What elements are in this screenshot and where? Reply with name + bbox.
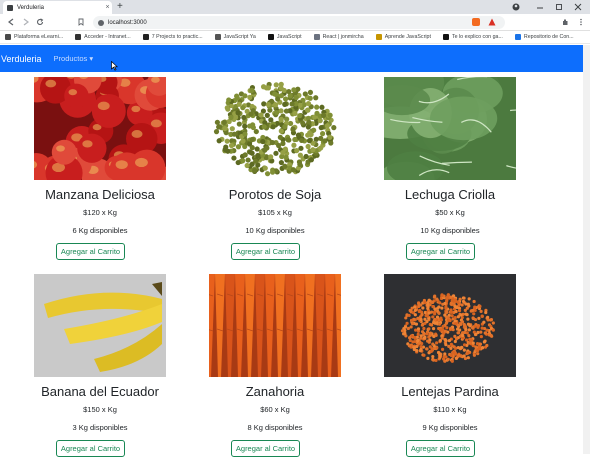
site-info-icon[interactable] (98, 19, 104, 26)
product-price: $60 x Kg (260, 405, 290, 414)
bookmark-label: JavaScript Ya (223, 34, 256, 40)
page-scrollbar[interactable] (583, 45, 590, 454)
product-name: Lechuga Criolla (404, 187, 496, 202)
bookmark-item[interactable]: Plataforma eLearni... (5, 34, 63, 40)
bookmark-item[interactable]: Aprende JavaScript (375, 34, 431, 40)
product-name: Banana del Ecuador (41, 384, 159, 399)
bookmark-label: Repositorio de Con... (523, 34, 574, 40)
product-name: Zanahoria (245, 384, 305, 399)
browser-toolbar: localhost:3000 (0, 14, 590, 31)
product-price: $150 x Kg (83, 405, 117, 414)
browser-tab-strip: Verduleria × + (0, 0, 590, 14)
app-navbar: Verduleria Productos ▾ (0, 45, 583, 72)
bookmark-favicon-icon (75, 34, 82, 40)
bookmark-favicon-icon (5, 34, 11, 40)
back-icon[interactable] (7, 18, 15, 26)
product-name: Lentejas Pardina (401, 384, 499, 399)
close-window-icon[interactable] (574, 3, 582, 11)
bookmark-label: 7 Projects to practic... (151, 34, 203, 40)
bookmark-item[interactable]: React | jonmircha (313, 34, 364, 40)
bookmark-favicon-icon (442, 34, 449, 40)
bookmark-label: Plataforma eLearni... (14, 34, 64, 40)
bookmark-item[interactable]: Repositorio de Con... (514, 34, 574, 40)
product-price: $120 x Kg (83, 208, 117, 217)
product-stock: 10 Kg disponibles (245, 226, 305, 235)
bookmark-label: JavaScript (276, 34, 302, 40)
reload-icon[interactable] (36, 18, 44, 26)
mouse-cursor-icon (111, 61, 118, 71)
bookmark-star-icon[interactable] (77, 18, 85, 26)
bookmark-favicon-icon (375, 34, 382, 40)
bookmark-favicon-icon (514, 34, 521, 40)
menu-icon[interactable] (577, 18, 585, 26)
productos-dropdown[interactable]: Productos ▾ (54, 54, 94, 63)
product-image-bananas (34, 274, 166, 377)
new-tab-button[interactable]: + (117, 1, 123, 13)
add-to-cart-button[interactable]: Agregar al Carrito (231, 243, 300, 260)
product-price: $105 x Kg (258, 208, 292, 217)
warning-icon[interactable] (488, 18, 496, 26)
bookmark-item[interactable]: 7 Projects to practic... (142, 34, 203, 40)
product-image-apples (34, 77, 166, 180)
bookmark-item[interactable]: Acceder - Intranet... (75, 34, 131, 40)
bookmark-label: React | jonmircha (322, 34, 364, 40)
tab-favicon-icon (7, 4, 13, 11)
url-text: localhost:3000 (108, 19, 147, 26)
add-to-cart-button[interactable]: Agregar al Carrito (56, 243, 125, 260)
product-image-carrots (209, 274, 341, 377)
maximize-icon[interactable] (555, 3, 563, 11)
bookmark-favicon-icon (267, 34, 274, 40)
brand-link[interactable]: Verduleria (1, 54, 42, 64)
bookmark-favicon-icon (142, 34, 149, 40)
product-stock: 10 Kg disponibles (420, 226, 480, 235)
bookmark-favicon-icon (214, 34, 221, 40)
product-stock: 8 Kg disponibles (247, 423, 303, 432)
product-stock: 9 Kg disponibles (422, 423, 478, 432)
add-to-cart-button[interactable]: Agregar al Carrito (231, 440, 300, 457)
bookmark-favicon-icon (313, 34, 320, 40)
profile-icon[interactable] (512, 3, 520, 11)
minimize-icon[interactable] (536, 3, 544, 11)
product-name: Manzana Deliciosa (45, 187, 155, 202)
bookmark-label: Acceder - Intranet... (84, 34, 131, 40)
product-stock: 3 Kg disponibles (72, 423, 128, 432)
bookmark-item[interactable]: Te lo explico con ga... (442, 34, 503, 40)
address-bar[interactable]: localhost:3000 (93, 16, 505, 29)
extensions-icon[interactable] (561, 18, 569, 26)
product-image-lentils (384, 274, 516, 377)
bookmark-label: Te lo explico con ga... (451, 34, 503, 40)
tab-title: Verduleria (17, 4, 45, 11)
bookmarks-bar: Plataforma eLearni... Acceder - Intranet.… (0, 31, 590, 44)
add-to-cart-button[interactable]: Agregar al Carrito (406, 243, 475, 260)
product-image-lettuce (384, 77, 516, 180)
product-image-soybeans (209, 77, 341, 180)
add-to-cart-button[interactable]: Agregar al Carrito (406, 440, 475, 457)
brave-shield-icon[interactable] (472, 18, 480, 26)
tab-close-icon[interactable]: × (103, 4, 112, 11)
product-stock: 6 Kg disponibles (72, 226, 128, 235)
bookmark-item[interactable]: JavaScript (267, 34, 302, 40)
bookmark-item[interactable]: JavaScript Ya (214, 34, 256, 40)
bookmark-label: Aprende JavaScript (384, 34, 431, 40)
add-to-cart-button[interactable]: Agregar al Carrito (56, 440, 125, 457)
product-price: $50 x Kg (435, 208, 465, 217)
browser-tab[interactable]: Verduleria × (3, 1, 112, 14)
forward-icon[interactable] (22, 18, 30, 26)
product-price: $110 x Kg (433, 405, 467, 414)
product-name: Porotos de Soja (228, 187, 322, 202)
